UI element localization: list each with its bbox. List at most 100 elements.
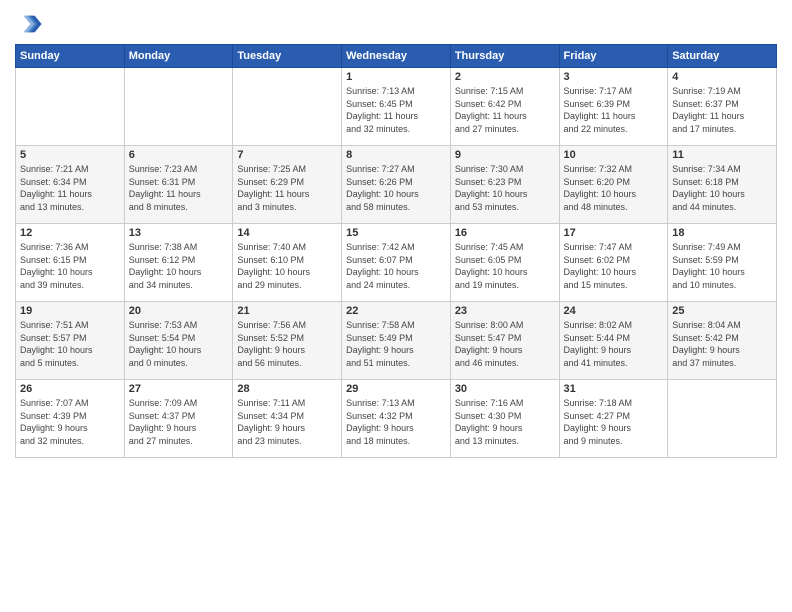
day-number: 20 [129,305,229,317]
calendar-week-2: 12 Sunrise: 7:36 AM Sunset: 6:15 PM Dayli… [16,224,777,302]
calendar-cell: 30 Sunrise: 7:16 AM Sunset: 4:30 PM Dayli… [450,380,559,458]
calendar-week-0: 1 Sunrise: 7:13 AM Sunset: 6:45 PM Daylig… [16,68,777,146]
calendar-cell: 10 Sunrise: 7:32 AM Sunset: 6:20 PM Dayli… [559,146,668,224]
calendar-cell: 1 Sunrise: 7:13 AM Sunset: 6:45 PM Daylig… [342,68,451,146]
calendar-cell: 20Sunrise: 7:53 AM Sunset: 5:54 PM Dayli… [124,302,233,380]
day-info: Sunrise: 7:17 AM Sunset: 6:39 PM Dayligh… [564,85,664,135]
calendar-week-1: 5 Sunrise: 7:21 AM Sunset: 6:34 PM Daylig… [16,146,777,224]
day-info: Sunrise: 7:11 AM Sunset: 4:34 PM Dayligh… [237,397,337,447]
day-info: Sunrise: 7:18 AM Sunset: 4:27 PM Dayligh… [564,397,664,447]
day-number: 9 [455,149,555,161]
calendar-cell [124,68,233,146]
calendar-cell [16,68,125,146]
calendar-cell: 11 Sunrise: 7:34 AM Sunset: 6:18 PM Dayli… [668,146,777,224]
calendar-cell [668,380,777,458]
day-info: Sunrise: 8:04 AM Sunset: 5:42 PM Dayligh… [672,319,772,369]
day-number: 10 [564,149,664,161]
day-header-tuesday: Tuesday [233,45,342,68]
calendar-cell: 18Sunrise: 7:49 AM Sunset: 5:59 PM Dayli… [668,224,777,302]
calendar-cell: 15 Sunrise: 7:42 AM Sunset: 6:07 PM Dayli… [342,224,451,302]
calendar-cell: 7 Sunrise: 7:25 AM Sunset: 6:29 PM Daylig… [233,146,342,224]
calendar-cell: 31 Sunrise: 7:18 AM Sunset: 4:27 PM Dayli… [559,380,668,458]
calendar-cell: 28 Sunrise: 7:11 AM Sunset: 4:34 PM Dayli… [233,380,342,458]
day-info: Sunrise: 7:42 AM Sunset: 6:07 PM Dayligh… [346,241,446,291]
day-info: Sunrise: 7:34 AM Sunset: 6:18 PM Dayligh… [672,163,772,213]
day-number: 7 [237,149,337,161]
day-info: Sunrise: 7:30 AM Sunset: 6:23 PM Dayligh… [455,163,555,213]
day-info: Sunrise: 7:32 AM Sunset: 6:20 PM Dayligh… [564,163,664,213]
day-number: 23 [455,305,555,317]
day-info: Sunrise: 7:23 AM Sunset: 6:31 PM Dayligh… [129,163,229,213]
calendar-cell: 3 Sunrise: 7:17 AM Sunset: 6:39 PM Daylig… [559,68,668,146]
day-number: 29 [346,383,446,395]
day-number: 2 [455,71,555,83]
day-number: 15 [346,227,446,239]
calendar-cell: 24Sunrise: 8:02 AM Sunset: 5:44 PM Dayli… [559,302,668,380]
logo-icon [15,10,43,38]
page-header [15,10,777,38]
day-number: 12 [20,227,120,239]
day-number: 31 [564,383,664,395]
day-info: Sunrise: 7:40 AM Sunset: 6:10 PM Dayligh… [237,241,337,291]
calendar-cell [233,68,342,146]
day-number: 13 [129,227,229,239]
calendar-cell: 17 Sunrise: 7:47 AM Sunset: 6:02 PM Dayli… [559,224,668,302]
day-info: Sunrise: 7:13 AM Sunset: 6:45 PM Dayligh… [346,85,446,135]
calendar-cell: 29 Sunrise: 7:13 AM Sunset: 4:32 PM Dayli… [342,380,451,458]
day-number: 21 [237,305,337,317]
day-info: Sunrise: 7:13 AM Sunset: 4:32 PM Dayligh… [346,397,446,447]
day-info: Sunrise: 7:36 AM Sunset: 6:15 PM Dayligh… [20,241,120,291]
calendar-cell: 6 Sunrise: 7:23 AM Sunset: 6:31 PM Daylig… [124,146,233,224]
day-info: Sunrise: 7:16 AM Sunset: 4:30 PM Dayligh… [455,397,555,447]
day-number: 30 [455,383,555,395]
day-number: 16 [455,227,555,239]
logo [15,10,47,38]
day-info: Sunrise: 7:45 AM Sunset: 6:05 PM Dayligh… [455,241,555,291]
day-info: Sunrise: 7:56 AM Sunset: 5:52 PM Dayligh… [237,319,337,369]
day-number: 17 [564,227,664,239]
calendar-week-4: 26Sunrise: 7:07 AM Sunset: 4:39 PM Dayli… [16,380,777,458]
day-number: 28 [237,383,337,395]
day-info: Sunrise: 7:27 AM Sunset: 6:26 PM Dayligh… [346,163,446,213]
day-header-friday: Friday [559,45,668,68]
day-info: Sunrise: 7:15 AM Sunset: 6:42 PM Dayligh… [455,85,555,135]
calendar-cell: 21 Sunrise: 7:56 AM Sunset: 5:52 PM Dayli… [233,302,342,380]
day-info: Sunrise: 7:19 AM Sunset: 6:37 PM Dayligh… [672,85,772,135]
calendar-cell: 22Sunrise: 7:58 AM Sunset: 5:49 PM Dayli… [342,302,451,380]
day-number: 14 [237,227,337,239]
day-info: Sunrise: 7:09 AM Sunset: 4:37 PM Dayligh… [129,397,229,447]
day-number: 25 [672,305,772,317]
day-info: Sunrise: 7:58 AM Sunset: 5:49 PM Dayligh… [346,319,446,369]
day-info: Sunrise: 7:25 AM Sunset: 6:29 PM Dayligh… [237,163,337,213]
calendar-week-3: 19 Sunrise: 7:51 AM Sunset: 5:57 PM Dayli… [16,302,777,380]
day-number: 3 [564,71,664,83]
day-number: 5 [20,149,120,161]
day-info: Sunrise: 8:00 AM Sunset: 5:47 PM Dayligh… [455,319,555,369]
calendar-cell: 26Sunrise: 7:07 AM Sunset: 4:39 PM Dayli… [16,380,125,458]
day-number: 19 [20,305,120,317]
calendar-cell: 13 Sunrise: 7:38 AM Sunset: 6:12 PM Dayli… [124,224,233,302]
day-header-saturday: Saturday [668,45,777,68]
calendar-table: SundayMondayTuesdayWednesdayThursdayFrid… [15,44,777,458]
day-header-sunday: Sunday [16,45,125,68]
day-number: 24 [564,305,664,317]
day-number: 26 [20,383,120,395]
calendar-cell: 14 Sunrise: 7:40 AM Sunset: 6:10 PM Dayli… [233,224,342,302]
day-number: 6 [129,149,229,161]
day-number: 18 [672,227,772,239]
calendar-cell: 27 Sunrise: 7:09 AM Sunset: 4:37 PM Dayli… [124,380,233,458]
calendar-cell: 2 Sunrise: 7:15 AM Sunset: 6:42 PM Daylig… [450,68,559,146]
calendar-cell: 8 Sunrise: 7:27 AM Sunset: 6:26 PM Daylig… [342,146,451,224]
day-number: 8 [346,149,446,161]
day-header-wednesday: Wednesday [342,45,451,68]
day-info: Sunrise: 7:47 AM Sunset: 6:02 PM Dayligh… [564,241,664,291]
day-info: Sunrise: 7:38 AM Sunset: 6:12 PM Dayligh… [129,241,229,291]
calendar-cell: 12 Sunrise: 7:36 AM Sunset: 6:15 PM Dayli… [16,224,125,302]
day-info: Sunrise: 7:21 AM Sunset: 6:34 PM Dayligh… [20,163,120,213]
calendar-cell: 25 Sunrise: 8:04 AM Sunset: 5:42 PM Dayli… [668,302,777,380]
day-number: 4 [672,71,772,83]
day-info: Sunrise: 7:51 AM Sunset: 5:57 PM Dayligh… [20,319,120,369]
day-number: 27 [129,383,229,395]
day-number: 1 [346,71,446,83]
day-number: 11 [672,149,772,161]
